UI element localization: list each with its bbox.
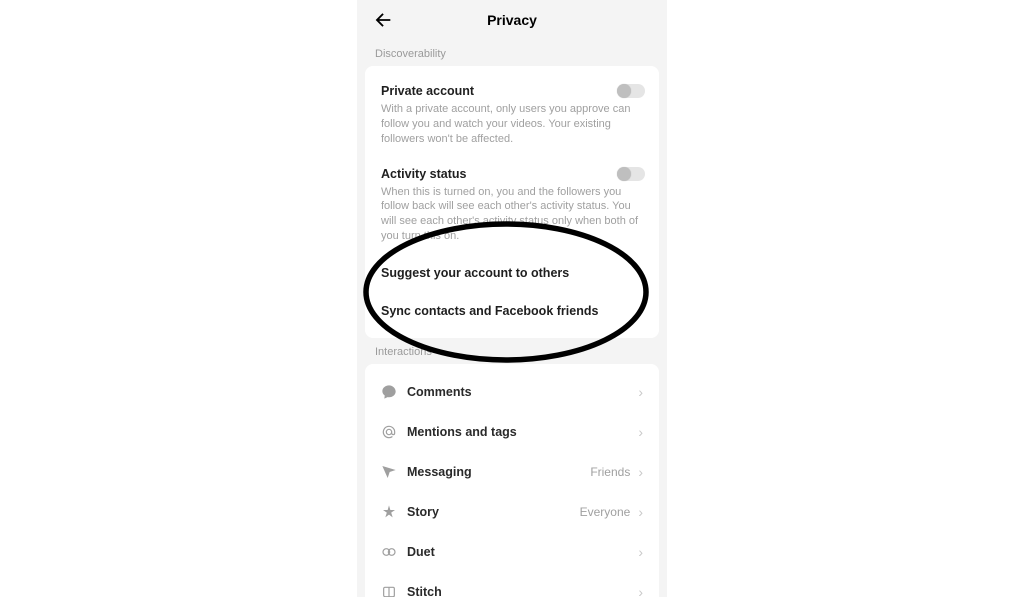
interaction-label: Messaging — [407, 465, 472, 479]
interaction-row-story[interactable]: Story Everyone › — [377, 492, 647, 532]
back-arrow-icon — [372, 9, 394, 31]
private-account-row: Private account With a private account, … — [377, 74, 647, 157]
section-header-discoverability: Discoverability — [357, 40, 667, 66]
chevron-right-icon: › — [638, 304, 643, 318]
interaction-left: Messaging — [381, 464, 472, 480]
comment-icon — [381, 384, 397, 400]
interaction-right: › — [630, 385, 643, 399]
interaction-label: Story — [407, 505, 439, 519]
interaction-row-messaging[interactable]: Messaging Friends › — [377, 452, 647, 492]
message-icon — [381, 464, 397, 480]
suggest-account-row[interactable]: Suggest your account to others › — [377, 254, 647, 292]
sync-contacts-label: Sync contacts and Facebook friends — [381, 304, 598, 318]
section-header-interactions: Interactions — [357, 338, 667, 364]
interaction-left: Story — [381, 504, 439, 520]
interaction-row-mentions-and-tags[interactable]: Mentions and tags › — [377, 412, 647, 452]
story-icon — [381, 504, 397, 520]
interaction-left: Stitch — [381, 584, 442, 597]
interaction-value: Friends — [590, 465, 630, 479]
duet-icon — [381, 544, 397, 560]
interaction-value: Everyone — [580, 505, 631, 519]
header-bar: Privacy — [357, 0, 667, 40]
interaction-right: › — [630, 425, 643, 439]
private-account-title: Private account — [381, 84, 643, 98]
interactions-card: Comments › Mentions and tags › Messaging Frie… — [365, 364, 659, 597]
chevron-right-icon: › — [638, 385, 643, 399]
sync-contacts-row[interactable]: Sync contacts and Facebook friends › — [377, 292, 647, 330]
interaction-label: Mentions and tags — [407, 425, 517, 439]
activity-status-row: Activity status When this is turned on, … — [377, 157, 647, 254]
discoverability-card: Private account With a private account, … — [365, 66, 659, 338]
chevron-right-icon: › — [638, 266, 643, 280]
interaction-right: Everyone › — [580, 505, 643, 519]
chevron-right-icon: › — [638, 545, 643, 559]
interaction-label: Stitch — [407, 585, 442, 597]
toggle-knob — [617, 84, 631, 98]
chevron-right-icon: › — [638, 425, 643, 439]
interaction-right: › — [630, 545, 643, 559]
page-title: Privacy — [487, 12, 537, 28]
interaction-right: Friends › — [590, 465, 643, 479]
private-account-toggle[interactable] — [617, 84, 645, 98]
back-button[interactable] — [371, 8, 395, 32]
interaction-row-comments[interactable]: Comments › — [377, 372, 647, 412]
activity-status-desc: When this is turned on, you and the foll… — [381, 185, 643, 244]
mention-icon — [381, 424, 397, 440]
interaction-label: Duet — [407, 545, 435, 559]
activity-status-title: Activity status — [381, 167, 643, 181]
interaction-row-stitch[interactable]: Stitch › — [377, 572, 647, 597]
interaction-left: Comments — [381, 384, 472, 400]
interaction-row-duet[interactable]: Duet › — [377, 532, 647, 572]
interaction-left: Mentions and tags — [381, 424, 517, 440]
activity-status-toggle[interactable] — [617, 167, 645, 181]
phone-frame: Privacy Discoverability Private account … — [357, 0, 667, 597]
chevron-right-icon: › — [638, 465, 643, 479]
stitch-icon — [381, 584, 397, 597]
interaction-right: › — [630, 585, 643, 597]
interaction-label: Comments — [407, 385, 472, 399]
private-account-desc: With a private account, only users you a… — [381, 102, 643, 147]
interaction-left: Duet — [381, 544, 435, 560]
app-stage: Privacy Discoverability Private account … — [0, 0, 1024, 597]
chevron-right-icon: › — [638, 505, 643, 519]
toggle-knob — [617, 167, 631, 181]
chevron-right-icon: › — [638, 585, 643, 597]
suggest-account-label: Suggest your account to others — [381, 266, 569, 280]
